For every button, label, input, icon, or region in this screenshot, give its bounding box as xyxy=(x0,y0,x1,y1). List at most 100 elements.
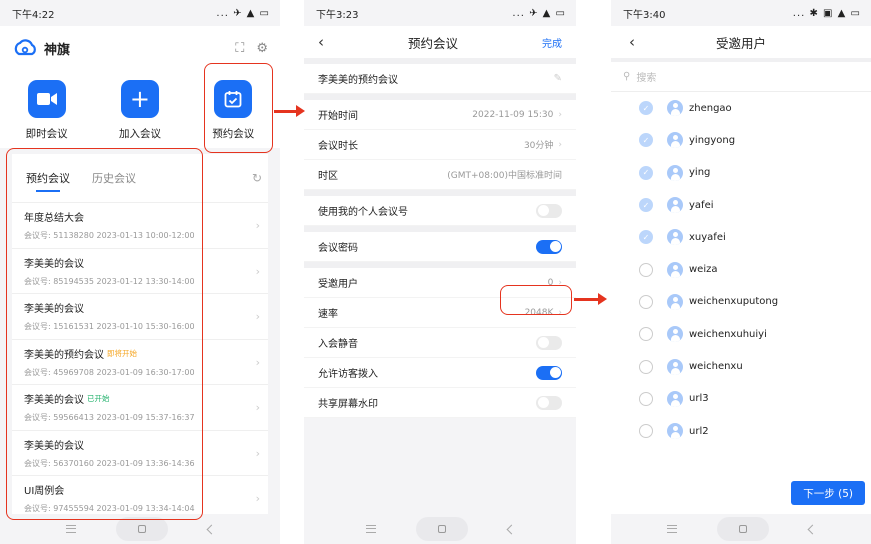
checkbox[interactable] xyxy=(639,262,653,277)
user-name: weichenxuhuiyi xyxy=(689,328,767,340)
user-list: ✓ zhengao ✓ yingyong ✓ ying ✓ yafei ✓ xuyafei weiz… xyxy=(611,92,871,502)
highlight-schedule-button xyxy=(204,63,273,153)
page-header: ‹ 预约会议 完成 xyxy=(304,26,576,58)
user-name: weichenxu xyxy=(689,361,743,373)
checkbox[interactable] xyxy=(639,294,653,309)
flow-arrow-2 xyxy=(574,293,607,305)
back-icon[interactable] xyxy=(807,524,817,534)
status-icons: ... ✈ ▲ ▭ xyxy=(216,7,270,19)
checkbox[interactable]: ✓ xyxy=(639,198,653,213)
user-name: yingyong xyxy=(689,134,736,146)
footer-bar: 下一步 (5) xyxy=(611,472,871,514)
watermark-toggle[interactable] xyxy=(536,395,562,410)
chevron-right-icon: › xyxy=(255,264,260,278)
guest-dial-toggle[interactable] xyxy=(536,365,562,380)
join-meeting-button[interactable]: + 加入会议 xyxy=(105,80,175,141)
system-nav-bar xyxy=(611,514,871,544)
back-icon[interactable] xyxy=(206,524,216,534)
start-time-row[interactable]: 开始时间 2022-11-09 15:30 › xyxy=(304,100,576,130)
user-row[interactable]: ✓ xuyafei xyxy=(611,221,871,253)
status-bar: 下午3:23 ... ✈ ▲ ▭ xyxy=(304,0,576,26)
password-row: 会议密码 xyxy=(304,232,576,262)
user-row[interactable]: url3 xyxy=(611,383,871,415)
menu-icon[interactable] xyxy=(666,525,677,533)
duration-row[interactable]: 会议时长 30分钟 › xyxy=(304,130,576,160)
user-row[interactable]: weichenxuputong xyxy=(611,286,871,318)
checkbox[interactable] xyxy=(639,327,653,342)
menu-icon[interactable] xyxy=(365,525,376,533)
checkbox[interactable]: ✓ xyxy=(639,101,653,116)
page-header: ‹ 受邀用户 xyxy=(611,26,871,58)
chevron-right-icon: › xyxy=(255,310,260,323)
chevron-right-icon: › xyxy=(255,401,260,414)
user-name: yafei xyxy=(689,199,714,211)
instant-meeting-label: 即时会议 xyxy=(25,128,68,140)
personal-id-row: 使用我的个人会议号 xyxy=(304,196,576,226)
instant-meeting-button[interactable]: 即时会议 xyxy=(12,80,82,141)
cloud-logo-icon xyxy=(14,39,36,56)
guest-dial-row: 允许访客拨入 xyxy=(304,358,576,388)
checkbox[interactable]: ✓ xyxy=(639,133,653,148)
status-icons: ... ✱ ▣ ▲ ▭ xyxy=(792,7,861,19)
checkbox[interactable]: ✓ xyxy=(639,165,653,180)
app-title: 神旗 xyxy=(44,42,71,58)
user-avatar-icon xyxy=(667,197,683,214)
join-meeting-label: 加入会议 xyxy=(118,128,161,140)
mute-row: 入会静音 xyxy=(304,328,576,358)
mute-toggle[interactable] xyxy=(536,335,562,350)
meeting-name-row[interactable]: 李美美的预约会议 ✎ xyxy=(304,64,576,94)
timezone-label: 时区 xyxy=(318,171,338,182)
user-row[interactable]: weiza xyxy=(611,253,871,285)
video-icon xyxy=(27,80,66,118)
status-icons: ... ✈ ▲ ▭ xyxy=(512,7,566,19)
user-avatar-icon xyxy=(667,358,683,375)
user-name: weiza xyxy=(689,264,718,276)
user-row[interactable]: ✓ yingyong xyxy=(611,124,871,156)
checkbox[interactable] xyxy=(639,424,653,439)
edit-icon[interactable]: ✎ xyxy=(554,73,562,84)
system-nav-bar xyxy=(304,514,576,544)
user-avatar-icon xyxy=(667,293,683,310)
search-bar[interactable]: ⚲ 搜索 xyxy=(611,62,871,92)
user-row[interactable]: ✓ yafei xyxy=(611,189,871,221)
duration-value: 30分钟 xyxy=(523,141,554,151)
scan-icon[interactable]: ⛶ xyxy=(235,41,244,56)
user-row[interactable]: weichenxu xyxy=(611,350,871,382)
personal-id-label: 使用我的个人会议号 xyxy=(318,207,408,218)
personal-id-toggle[interactable] xyxy=(536,203,562,218)
meeting-name: 李美美的预约会议 xyxy=(318,75,398,86)
checkbox[interactable] xyxy=(639,391,653,406)
password-label: 会议密码 xyxy=(318,243,358,254)
home-button[interactable] xyxy=(115,517,168,541)
user-row[interactable]: url2 xyxy=(611,415,871,447)
guest-dial-label: 允许访客拨入 xyxy=(318,369,378,380)
password-toggle[interactable] xyxy=(536,239,562,254)
user-avatar-icon xyxy=(667,326,683,343)
rate-label: 速率 xyxy=(318,309,338,320)
home-button[interactable] xyxy=(716,517,769,541)
user-row[interactable]: weichenxuhuiyi xyxy=(611,318,871,350)
highlight-invitees xyxy=(500,285,572,315)
user-name: url2 xyxy=(689,425,709,437)
user-avatar-icon xyxy=(667,100,683,117)
user-row[interactable]: ✓ ying xyxy=(611,157,871,189)
settings-icon[interactable]: ⚙ xyxy=(256,41,268,56)
menu-icon[interactable] xyxy=(65,525,76,533)
refresh-icon[interactable]: ↻ xyxy=(252,171,262,185)
back-icon[interactable]: ‹ xyxy=(318,33,324,51)
back-icon[interactable] xyxy=(506,524,516,534)
user-name: xuyafei xyxy=(689,231,726,243)
user-name: ying xyxy=(689,167,711,179)
user-avatar-icon xyxy=(667,423,683,440)
chevron-right-icon: › xyxy=(255,355,260,369)
done-button[interactable]: 完成 xyxy=(542,35,562,50)
next-step-button[interactable]: 下一步 (5) xyxy=(791,481,865,505)
watermark-label: 共享屏幕水印 xyxy=(318,399,378,410)
chevron-right-icon: › xyxy=(255,492,260,505)
user-row[interactable]: ✓ zhengao xyxy=(611,92,871,124)
home-button[interactable] xyxy=(415,517,468,541)
page-title: 受邀用户 xyxy=(715,35,766,51)
checkbox[interactable] xyxy=(639,359,653,374)
checkbox[interactable]: ✓ xyxy=(639,230,653,245)
chevron-right-icon: › xyxy=(255,219,260,232)
